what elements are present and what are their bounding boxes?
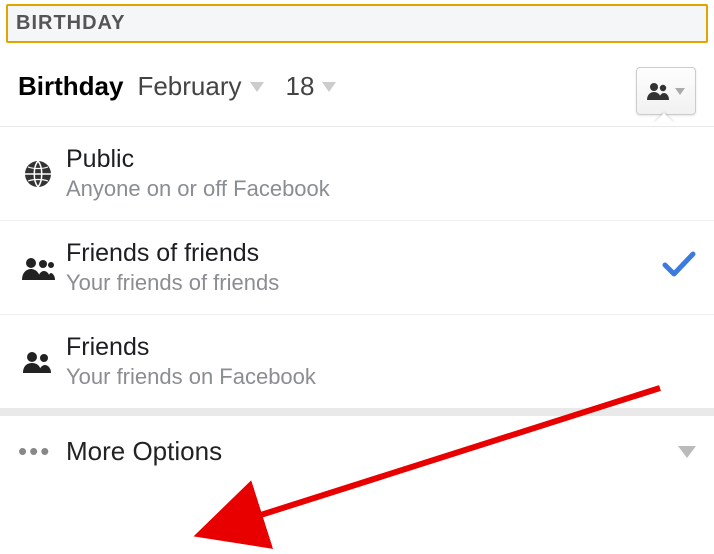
audience-option-text: Public Anyone on or off Facebook bbox=[66, 145, 696, 202]
birthday-label: Birthday bbox=[18, 71, 123, 102]
popover-arrow bbox=[654, 113, 674, 123]
audience-selector-button[interactable] bbox=[636, 67, 696, 115]
audience-option-text: Friends Your friends on Facebook bbox=[66, 333, 696, 390]
audience-option-title: Friends bbox=[66, 333, 696, 362]
chevron-down-icon bbox=[322, 82, 336, 92]
more-options-label: More Options bbox=[66, 436, 678, 467]
audience-option-public[interactable]: Public Anyone on or off Facebook bbox=[0, 127, 714, 221]
ellipsis-icon: ••• bbox=[18, 436, 58, 467]
friends-icon bbox=[18, 351, 58, 373]
section-header: BIRTHDAY bbox=[6, 4, 708, 43]
chevron-down-icon bbox=[250, 82, 264, 92]
chevron-down-icon bbox=[675, 88, 685, 95]
birthday-month-value: February bbox=[137, 71, 241, 102]
audience-option-friends-of-friends[interactable]: Friends of friends Your friends of frien… bbox=[0, 221, 714, 315]
audience-option-subtitle: Anyone on or off Facebook bbox=[66, 176, 696, 202]
audience-option-text: Friends of friends Your friends of frien… bbox=[66, 239, 662, 296]
friends-of-friends-icon bbox=[18, 256, 58, 280]
audience-menu: Public Anyone on or off Facebook Friends… bbox=[0, 126, 714, 412]
section-title: BIRTHDAY bbox=[16, 12, 126, 34]
audience-option-friends[interactable]: Friends Your friends on Facebook bbox=[0, 315, 714, 412]
audience-option-subtitle: Your friends on Facebook bbox=[66, 364, 696, 390]
birthday-row: Birthday February 18 bbox=[0, 43, 714, 126]
birthday-day-value: 18 bbox=[286, 71, 315, 102]
checkmark-icon bbox=[662, 248, 696, 287]
birthday-month-dropdown[interactable]: February bbox=[137, 71, 263, 102]
more-options-row[interactable]: ••• More Options bbox=[0, 412, 714, 493]
birthday-day-dropdown[interactable]: 18 bbox=[286, 71, 337, 102]
chevron-down-icon bbox=[678, 446, 696, 458]
audience-option-title: Public bbox=[66, 145, 696, 174]
globe-icon bbox=[18, 159, 58, 189]
audience-option-title: Friends of friends bbox=[66, 239, 662, 268]
friends-icon bbox=[647, 82, 671, 100]
audience-option-subtitle: Your friends of friends bbox=[66, 270, 662, 296]
